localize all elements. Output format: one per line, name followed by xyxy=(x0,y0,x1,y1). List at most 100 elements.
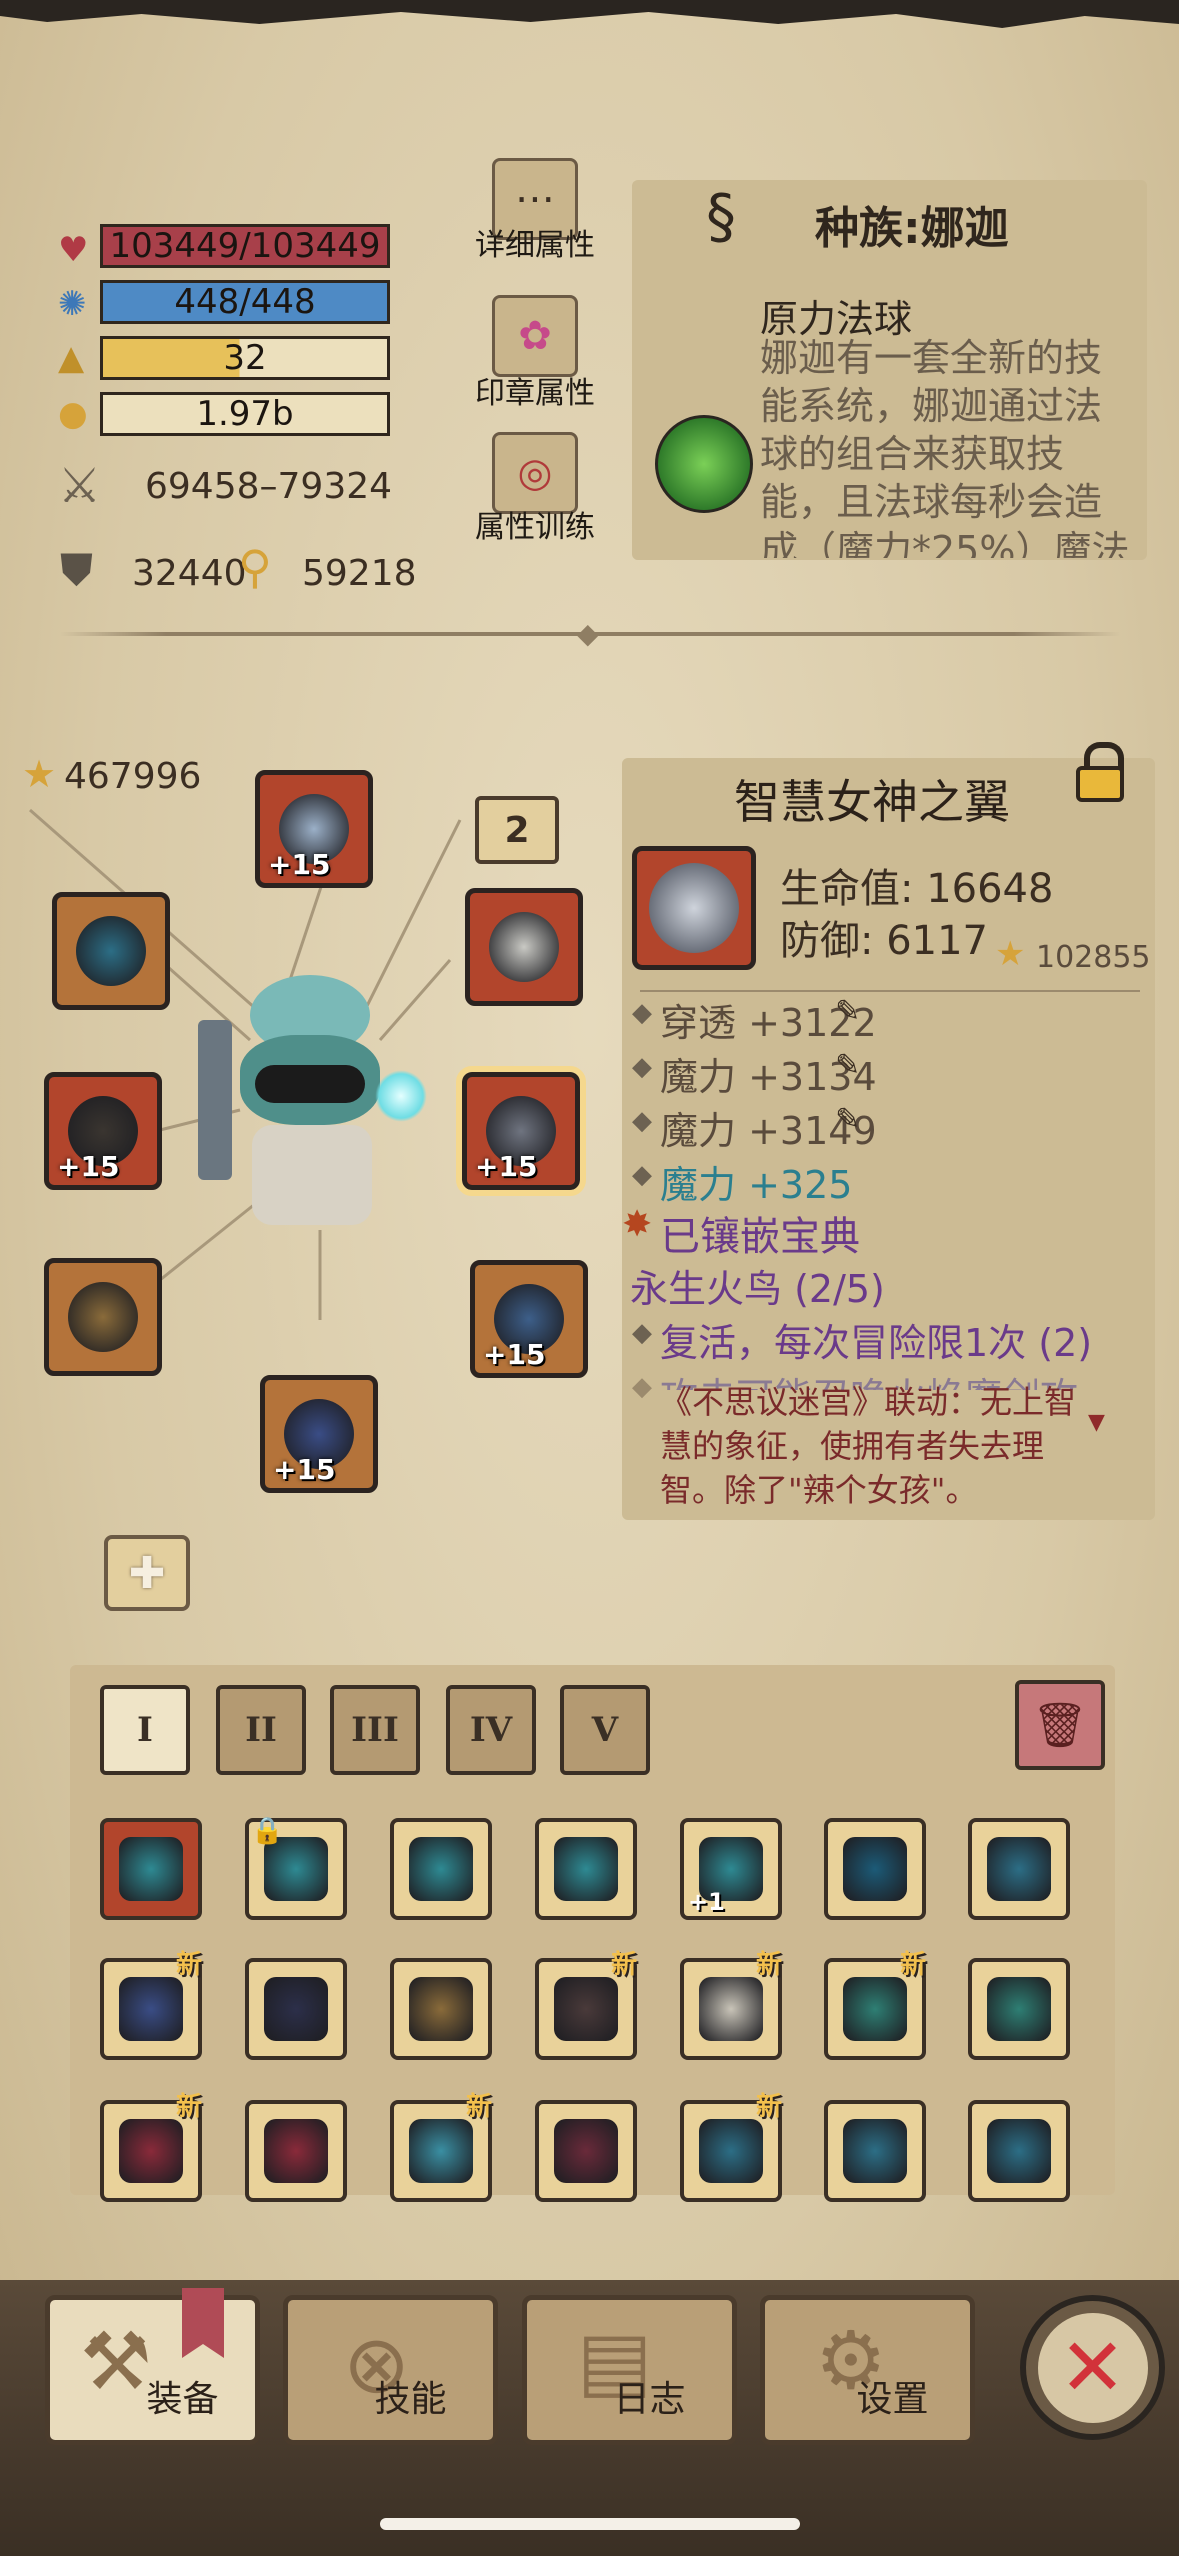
inventory-item-goggles[interactable] xyxy=(968,1818,1070,1920)
inventory-item-claw[interactable]: 新 xyxy=(824,1950,926,2060)
gloves-icon xyxy=(409,1977,473,2041)
affix-bullet: ◆ xyxy=(632,998,652,1028)
set-bullet: ◆ xyxy=(632,1318,652,1348)
equip-slot-gloves[interactable] xyxy=(44,1258,162,1376)
inventory-item-helm[interactable] xyxy=(824,1818,926,1920)
hp-bar: 103449/103449 xyxy=(100,224,390,268)
boots-icon xyxy=(264,1977,328,2041)
nav-log[interactable]: ▤ 日志 xyxy=(522,2295,737,2445)
helm-icon xyxy=(843,1837,907,1901)
new-badge: 新 xyxy=(755,2092,782,2122)
inventory-item-staff[interactable] xyxy=(535,1818,637,1920)
nav-skills[interactable]: ⊗ 技能 xyxy=(283,2295,498,2445)
detail-attributes-label: 详细属性 xyxy=(475,228,595,263)
mana-value: 448/448 xyxy=(174,282,316,322)
item-score-star-icon: ★ xyxy=(995,934,1026,974)
trash-icon: 🗑 xyxy=(1032,1700,1088,1751)
tab-2[interactable]: II xyxy=(216,1685,306,1775)
new-badge: 新 xyxy=(465,2092,492,2122)
tab-4[interactable]: IV xyxy=(446,1685,536,1775)
enhance-level: +1 xyxy=(688,1888,725,1916)
affix-3-edit-icon[interactable]: ✎ xyxy=(835,1102,860,1137)
staff-icon xyxy=(554,1837,618,1901)
inventory-item-ring[interactable] xyxy=(968,2100,1070,2202)
enhance-level: +15 xyxy=(483,1338,546,1371)
tab-5[interactable]: V xyxy=(560,1685,650,1775)
item-hp: 生命值: 16648 xyxy=(780,866,1054,912)
horn-icon xyxy=(699,1977,763,2041)
inventory-item-clawred[interactable] xyxy=(245,2100,347,2202)
amulet-icon xyxy=(489,912,559,982)
nav-equip-label: 装备 xyxy=(146,2379,219,2420)
equip-slot-armor[interactable]: +15 xyxy=(470,1260,588,1378)
target-icon: ◎ xyxy=(517,450,553,496)
equip-slot-helmet[interactable]: +15 xyxy=(255,770,373,888)
scroll-down-icon[interactable]: ▼ xyxy=(1088,1410,1105,1435)
inventory-item-staff[interactable]: +1 xyxy=(680,1818,782,1920)
item-flavor-text: 《不思议迷宫》联动：无上智慧的象征，使拥有者失去理智。除了"辣个女孩"。 xyxy=(660,1383,1077,1509)
trash-button[interactable]: 🗑 xyxy=(1015,1680,1105,1770)
inventory-item-gloves[interactable] xyxy=(390,1958,492,2060)
shield-icon: ⛊ xyxy=(60,545,93,596)
mana-bar: 448/448 xyxy=(100,280,390,324)
inventory-item-amulet[interactable]: 新 xyxy=(390,2092,492,2202)
attack-value: 69458–79324 xyxy=(145,466,393,507)
inventory-item-horn[interactable]: 新 xyxy=(680,1950,782,2060)
equip-slot-boots[interactable]: +15 xyxy=(260,1375,378,1493)
nav-settings[interactable]: ⚙ 设置 xyxy=(760,2295,975,2445)
affix-bullet: ◆ xyxy=(632,1160,652,1190)
inventory-item-boots[interactable] xyxy=(245,1958,347,2060)
gloves-icon xyxy=(68,1282,138,1352)
clawred-icon xyxy=(119,2119,183,2183)
mana-icon: ✺ xyxy=(58,284,87,324)
seal-attributes-label: 印章属性 xyxy=(475,376,595,411)
bat-icon xyxy=(554,2119,618,2183)
seal-attributes-button[interactable]: ✿ xyxy=(492,295,578,377)
cross-arrows-button[interactable]: ✚ xyxy=(104,1535,190,1611)
nav-log-label: 日志 xyxy=(613,2379,686,2420)
inlaid-burst-icon: ✸ xyxy=(622,1204,653,1245)
inventory-item-staff[interactable] xyxy=(390,1818,492,1920)
equip-slot-amulet[interactable] xyxy=(465,888,583,1006)
inventory-item-ring[interactable]: 新 xyxy=(680,2092,782,2202)
tab-1-label: I xyxy=(137,1710,153,1750)
item-score: 102855 xyxy=(1036,940,1151,975)
tab-5-label: V xyxy=(591,1710,619,1750)
close-button[interactable]: ✕ xyxy=(1020,2295,1165,2440)
equip-slot-ring-left[interactable] xyxy=(52,892,170,1010)
inventory-item-staff[interactable]: 🔒 xyxy=(245,1816,347,1920)
detail-item-icon xyxy=(632,846,756,970)
staff-icon xyxy=(409,1837,473,1901)
new-badge: 新 xyxy=(899,1950,926,1980)
ring-icon xyxy=(843,2119,907,2183)
tab-3[interactable]: III xyxy=(330,1685,420,1775)
tab-4-label: IV xyxy=(469,1710,513,1750)
inventory-item-bat[interactable] xyxy=(535,2100,637,2202)
top-torn-edge xyxy=(0,0,1179,28)
inventory-item-wing[interactable]: 新 xyxy=(535,1950,637,2060)
inventory-item-armor[interactable]: 新 xyxy=(100,1950,202,2060)
nav-settings-label: 设置 xyxy=(856,2379,929,2420)
enhance-level: +15 xyxy=(268,848,331,881)
inventory-item-staff[interactable] xyxy=(100,1818,202,1920)
equip-slot-weapon[interactable]: +15 xyxy=(44,1072,162,1190)
tab-1[interactable]: I xyxy=(100,1685,190,1775)
goggles-icon xyxy=(987,1837,1051,1901)
lock-icon[interactable] xyxy=(1074,742,1126,802)
close-icon: ✕ xyxy=(1058,2321,1127,2414)
affix-1-edit-icon[interactable]: ✎ xyxy=(835,994,860,1029)
nav-equip[interactable]: ⚒ 装备 xyxy=(45,2295,260,2445)
new-badge: 新 xyxy=(610,1950,637,1980)
affix-2-edit-icon[interactable]: ✎ xyxy=(835,1048,860,1083)
inventory-item-ring[interactable] xyxy=(824,2100,926,2202)
item-def: 防御: 6117 xyxy=(780,918,988,964)
character-portrait xyxy=(190,975,440,1240)
level-bar: 32 xyxy=(100,336,390,380)
affix-bonus: 魔力 +325 xyxy=(660,1163,853,1207)
equip-slot-wings[interactable]: +15 xyxy=(456,1066,586,1196)
inventory-item-clawred[interactable]: 新 xyxy=(100,2092,202,2202)
armor-icon xyxy=(119,1977,183,2041)
inventory-item-claw[interactable] xyxy=(968,1958,1070,2060)
wing-icon xyxy=(554,1977,618,2041)
naga-orb-icon xyxy=(655,415,753,513)
